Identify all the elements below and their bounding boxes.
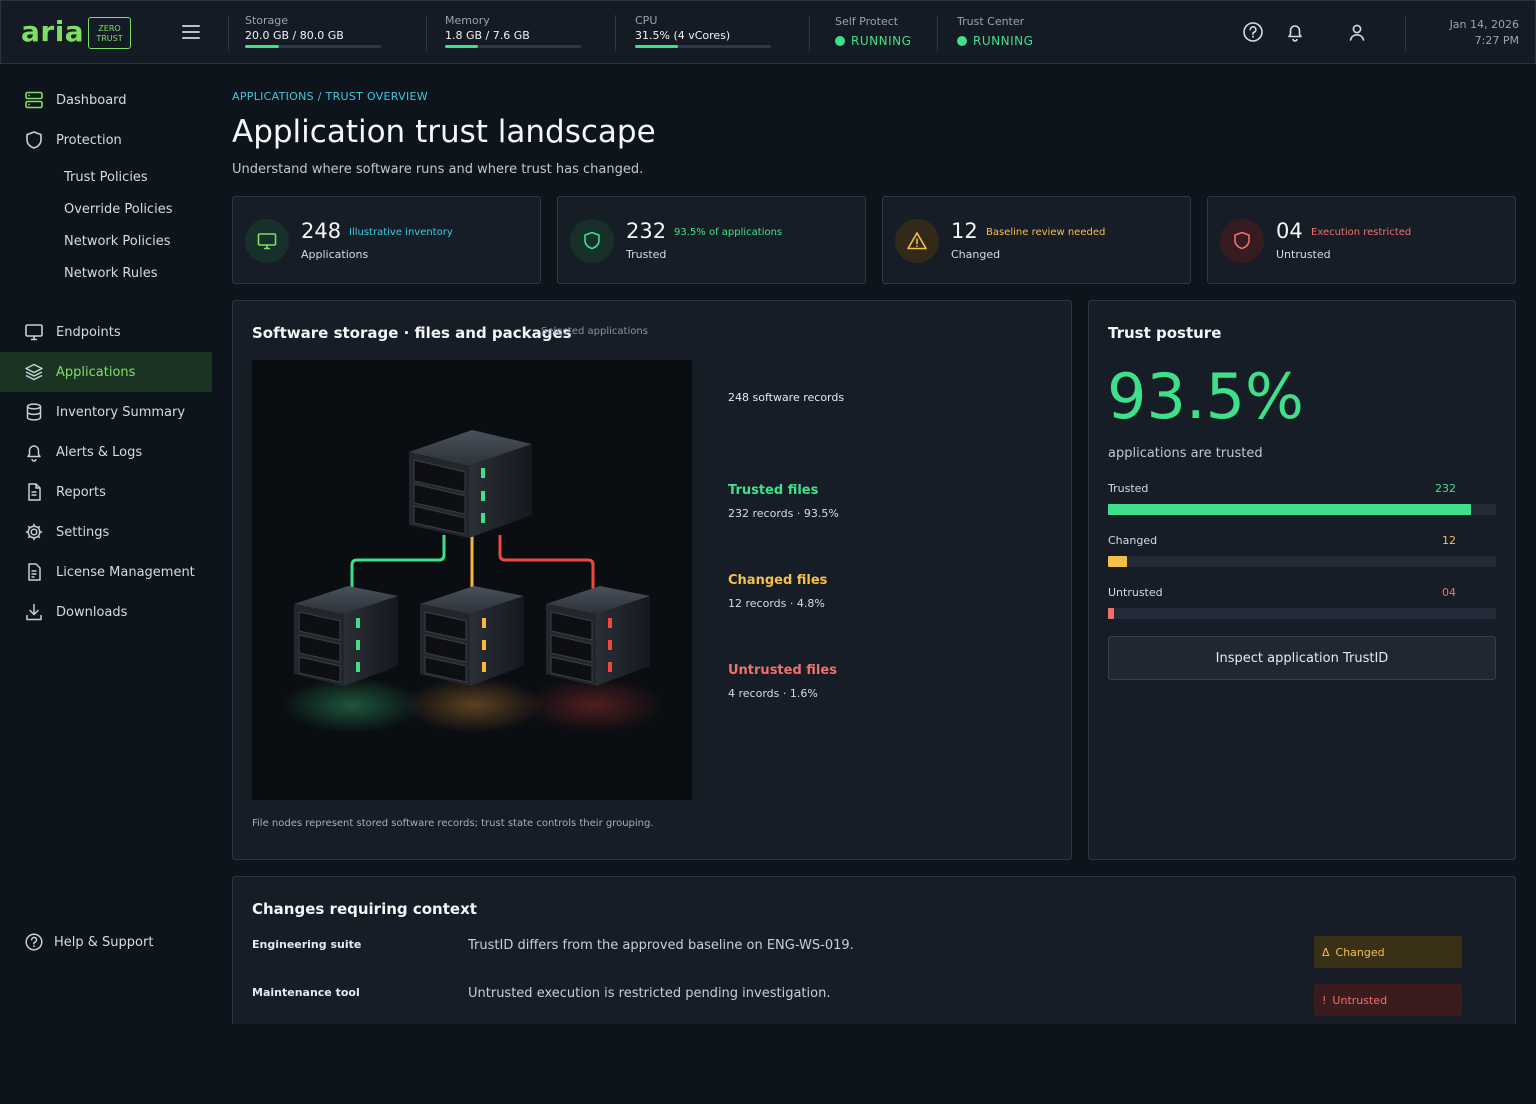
sidebar-item-downloads[interactable]: Downloads: [0, 592, 212, 632]
trusted-files-detail: 232 records · 93.5%: [728, 507, 839, 520]
status-dot-icon: [835, 36, 845, 46]
memory-metric: Memory 1.8 GB / 7.6 GB: [445, 14, 581, 48]
cpu-metric: CPU 31.5% (4 vCores): [635, 14, 771, 48]
trusted-bar-label: Trusted: [1108, 482, 1149, 495]
alert-icon: !: [1322, 993, 1327, 1007]
bell-icon: [24, 442, 44, 462]
change-row-name: Engineering suite: [252, 938, 362, 951]
trusted-bar-count: 232: [1435, 482, 1456, 495]
top-bar: aria ZERO TRUST Storage 20.0 GB / 80.0 G…: [0, 0, 1536, 64]
monitor-icon: [24, 322, 44, 342]
trust-center-status: Trust Center RUNNING: [957, 15, 1034, 48]
app-logo[interactable]: aria: [21, 15, 84, 48]
page-title: Application trust landscape: [232, 114, 656, 150]
untrusted-progress-bar: [1108, 608, 1496, 619]
breadcrumb[interactable]: APPLICATIONS / TRUST OVERVIEW: [232, 90, 428, 103]
warning-icon: [895, 219, 939, 263]
change-row-name: Maintenance tool: [252, 986, 360, 999]
sidebar-sub-network-rules[interactable]: Network Rules: [64, 266, 157, 281]
license-icon: [24, 562, 44, 582]
divider: [228, 15, 229, 51]
bell-icon[interactable]: [1284, 21, 1306, 43]
divider: [426, 15, 427, 51]
cpu-usage-bar: [635, 45, 771, 48]
status-badge-changed[interactable]: Δ Changed: [1314, 936, 1462, 968]
untrusted-bar-label: Untrusted: [1108, 586, 1163, 599]
sidebar: Dashboard Protection Trust Policies Over…: [0, 64, 216, 1104]
server-network-illustration: [252, 360, 692, 800]
sidebar-item-inventory-summary[interactable]: Inventory Summary: [0, 392, 212, 432]
trust-caption: applications are trusted: [1108, 446, 1263, 461]
divider: [1405, 15, 1406, 51]
shield-icon: [570, 219, 614, 263]
sidebar-item-reports[interactable]: Reports: [0, 472, 212, 512]
changed-files-title: Changed files: [728, 573, 828, 588]
sidebar-item-dashboard[interactable]: Dashboard: [0, 80, 212, 120]
menu-toggle-icon[interactable]: [182, 25, 200, 41]
delta-icon: Δ: [1322, 945, 1330, 959]
inspect-trustid-button[interactable]: Inspect application TrustID: [1108, 636, 1496, 680]
changed-bar-count: 12: [1442, 534, 1456, 547]
sidebar-sub-trust-policies[interactable]: Trust Policies: [64, 170, 148, 185]
sidebar-item-endpoints[interactable]: Endpoints: [0, 312, 212, 352]
trusted-files-title: Trusted files: [728, 483, 819, 498]
sidebar-item-settings[interactable]: Settings: [0, 512, 212, 552]
monitor-icon: [245, 219, 289, 263]
layers-icon: [24, 362, 44, 382]
download-icon: [24, 602, 44, 622]
change-row-description: TrustID differs from the approved baseli…: [468, 938, 854, 953]
server-stack-icon: [24, 90, 44, 110]
storage-usage-bar: [245, 45, 381, 48]
storage-panel-tag: Selected applications: [541, 326, 648, 337]
document-icon: [24, 482, 44, 502]
changed-files-detail: 12 records · 4.8%: [728, 597, 825, 610]
untrusted-files-title: Untrusted files: [728, 663, 837, 678]
software-records-total: 248 software records: [728, 391, 845, 404]
zero-trust-badge: ZERO TRUST: [88, 17, 131, 49]
divider: [615, 15, 616, 51]
help-icon[interactable]: [1242, 21, 1264, 43]
shield-alert-icon: [1220, 219, 1264, 263]
status-dot-icon: [957, 36, 967, 46]
divider: [809, 15, 810, 51]
page-subtitle: Understand where software runs and where…: [232, 162, 644, 177]
database-icon: [24, 402, 44, 422]
sidebar-item-protection[interactable]: Protection: [0, 120, 212, 160]
help-support-link[interactable]: Help & Support: [0, 922, 212, 962]
shield-icon: [24, 130, 44, 150]
changed-bar-label: Changed: [1108, 534, 1158, 547]
status-badge-untrusted[interactable]: ! Untrusted: [1314, 984, 1462, 1016]
stat-card-changed[interactable]: 12 Baseline review needed Changed: [882, 196, 1191, 284]
stat-card-trusted[interactable]: 232 93.5% of applications Trusted: [557, 196, 866, 284]
sidebar-item-alerts-logs[interactable]: Alerts & Logs: [0, 432, 212, 472]
sidebar-item-license-management[interactable]: License Management: [0, 552, 212, 592]
gear-icon: [24, 522, 44, 542]
trust-percentage: 93.5%: [1107, 360, 1304, 433]
user-icon[interactable]: [1346, 21, 1368, 43]
changes-panel-title: Changes requiring context: [252, 900, 477, 918]
sidebar-sub-override-policies[interactable]: Override Policies: [64, 202, 172, 217]
sidebar-item-applications[interactable]: Applications: [0, 352, 212, 392]
trusted-progress-bar: [1108, 504, 1496, 515]
change-row-description: Untrusted execution is restricted pendin…: [468, 986, 831, 1001]
sidebar-sub-network-policies[interactable]: Network Policies: [64, 234, 171, 249]
storage-footnote: File nodes represent stored software rec…: [252, 818, 654, 829]
trust-posture-title: Trust posture: [1108, 324, 1222, 342]
untrusted-files-detail: 4 records · 1.6%: [728, 687, 818, 700]
self-protect-status: Self Protect RUNNING: [835, 15, 912, 48]
storage-metric: Storage 20.0 GB / 80.0 GB: [245, 14, 381, 48]
divider: [937, 15, 938, 51]
untrusted-bar-count: 04: [1442, 586, 1456, 599]
help-icon: [24, 932, 44, 952]
stat-card-untrusted[interactable]: 04 Execution restricted Untrusted: [1207, 196, 1516, 284]
changed-progress-bar: [1108, 556, 1496, 567]
memory-usage-bar: [445, 45, 581, 48]
date-time: Jan 14, 2026 7:27 PM: [1449, 18, 1519, 47]
stat-card-applications[interactable]: 248 Illustrative inventory Applications: [232, 196, 541, 284]
storage-panel-title: Software storage · files and packages: [252, 324, 572, 342]
